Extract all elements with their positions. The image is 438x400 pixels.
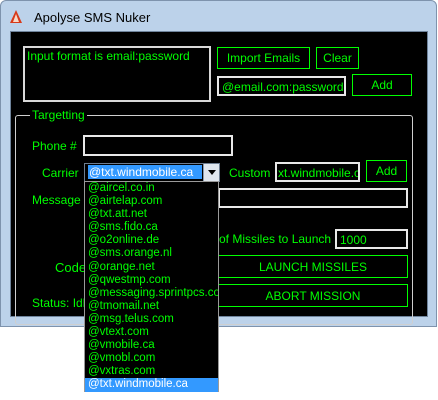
title-bar[interactable]: Apolyse SMS Nuker: [1, 1, 436, 31]
targetting-label: Targetting: [30, 108, 87, 122]
carrier-option[interactable]: @vtext.com: [85, 326, 218, 339]
custom-label: Custom: [229, 166, 271, 180]
carrier-option[interactable]: @txt.att.net: [85, 208, 218, 221]
window-title: Apolyse SMS Nuker: [34, 10, 151, 25]
carrier-option[interactable]: @orange.net: [85, 261, 218, 274]
message-field[interactable]: [218, 188, 408, 208]
format-hint: Input format is email:password: [27, 49, 190, 63]
launch-missiles-button[interactable]: LAUNCH MISSILES: [218, 255, 408, 278]
carrier-option[interactable]: @vmobl.com: [85, 352, 218, 365]
carrier-combobox[interactable]: @txt.windmobile.ca: [84, 163, 220, 182]
carrier-option[interactable]: @vmobile.ca: [85, 339, 218, 352]
message-label: Message: [32, 193, 81, 207]
phone-number-field[interactable]: [83, 135, 233, 156]
custom-carrier-field[interactable]: xt.windmobile.ca: [275, 162, 360, 182]
missiles-label: # of Missiles to Launch: [209, 232, 332, 246]
add-carrier-button[interactable]: Add: [366, 160, 407, 182]
carrier-option[interactable]: @qwestmp.com: [85, 274, 218, 287]
carrier-option[interactable]: @vxtras.com: [85, 365, 218, 378]
add-account-button[interactable]: Add: [352, 74, 412, 96]
phone-label: Phone #: [32, 139, 77, 153]
clear-button[interactable]: Clear: [316, 47, 359, 69]
carrier-option[interactable]: @tmomail.net: [85, 300, 218, 313]
app-icon: [10, 10, 22, 23]
carrier-option[interactable]: @o2online.de: [85, 234, 218, 247]
code-label: Code: [55, 260, 87, 275]
accounts-textarea[interactable]: Input format is email:password: [23, 46, 211, 102]
missiles-count-field[interactable]: 1000: [335, 229, 408, 249]
email-password-field[interactable]: @email.com:password: [217, 76, 346, 96]
carrier-option[interactable]: @airtelap.com: [85, 195, 218, 208]
carrier-label: Carrier: [42, 166, 79, 180]
carrier-dropdown-list[interactable]: @aircel.co.in @airtelap.com @txt.att.net @s…: [84, 181, 219, 392]
carrier-option[interactable]: @sms.fido.ca: [85, 221, 218, 234]
carrier-option[interactable]: @msg.telus.com: [85, 313, 218, 326]
carrier-option[interactable]: @txt.windmobile.ca: [85, 378, 218, 392]
chevron-down-icon[interactable]: [203, 164, 219, 181]
import-emails-button[interactable]: Import Emails: [217, 47, 310, 69]
abort-mission-button[interactable]: ABORT MISSION: [218, 284, 408, 307]
carrier-option[interactable]: @sms.orange.nl: [85, 247, 218, 260]
carrier-option[interactable]: @aircel.co.in: [85, 182, 218, 195]
carrier-option[interactable]: @messaging.sprintpcs.com: [85, 287, 218, 300]
